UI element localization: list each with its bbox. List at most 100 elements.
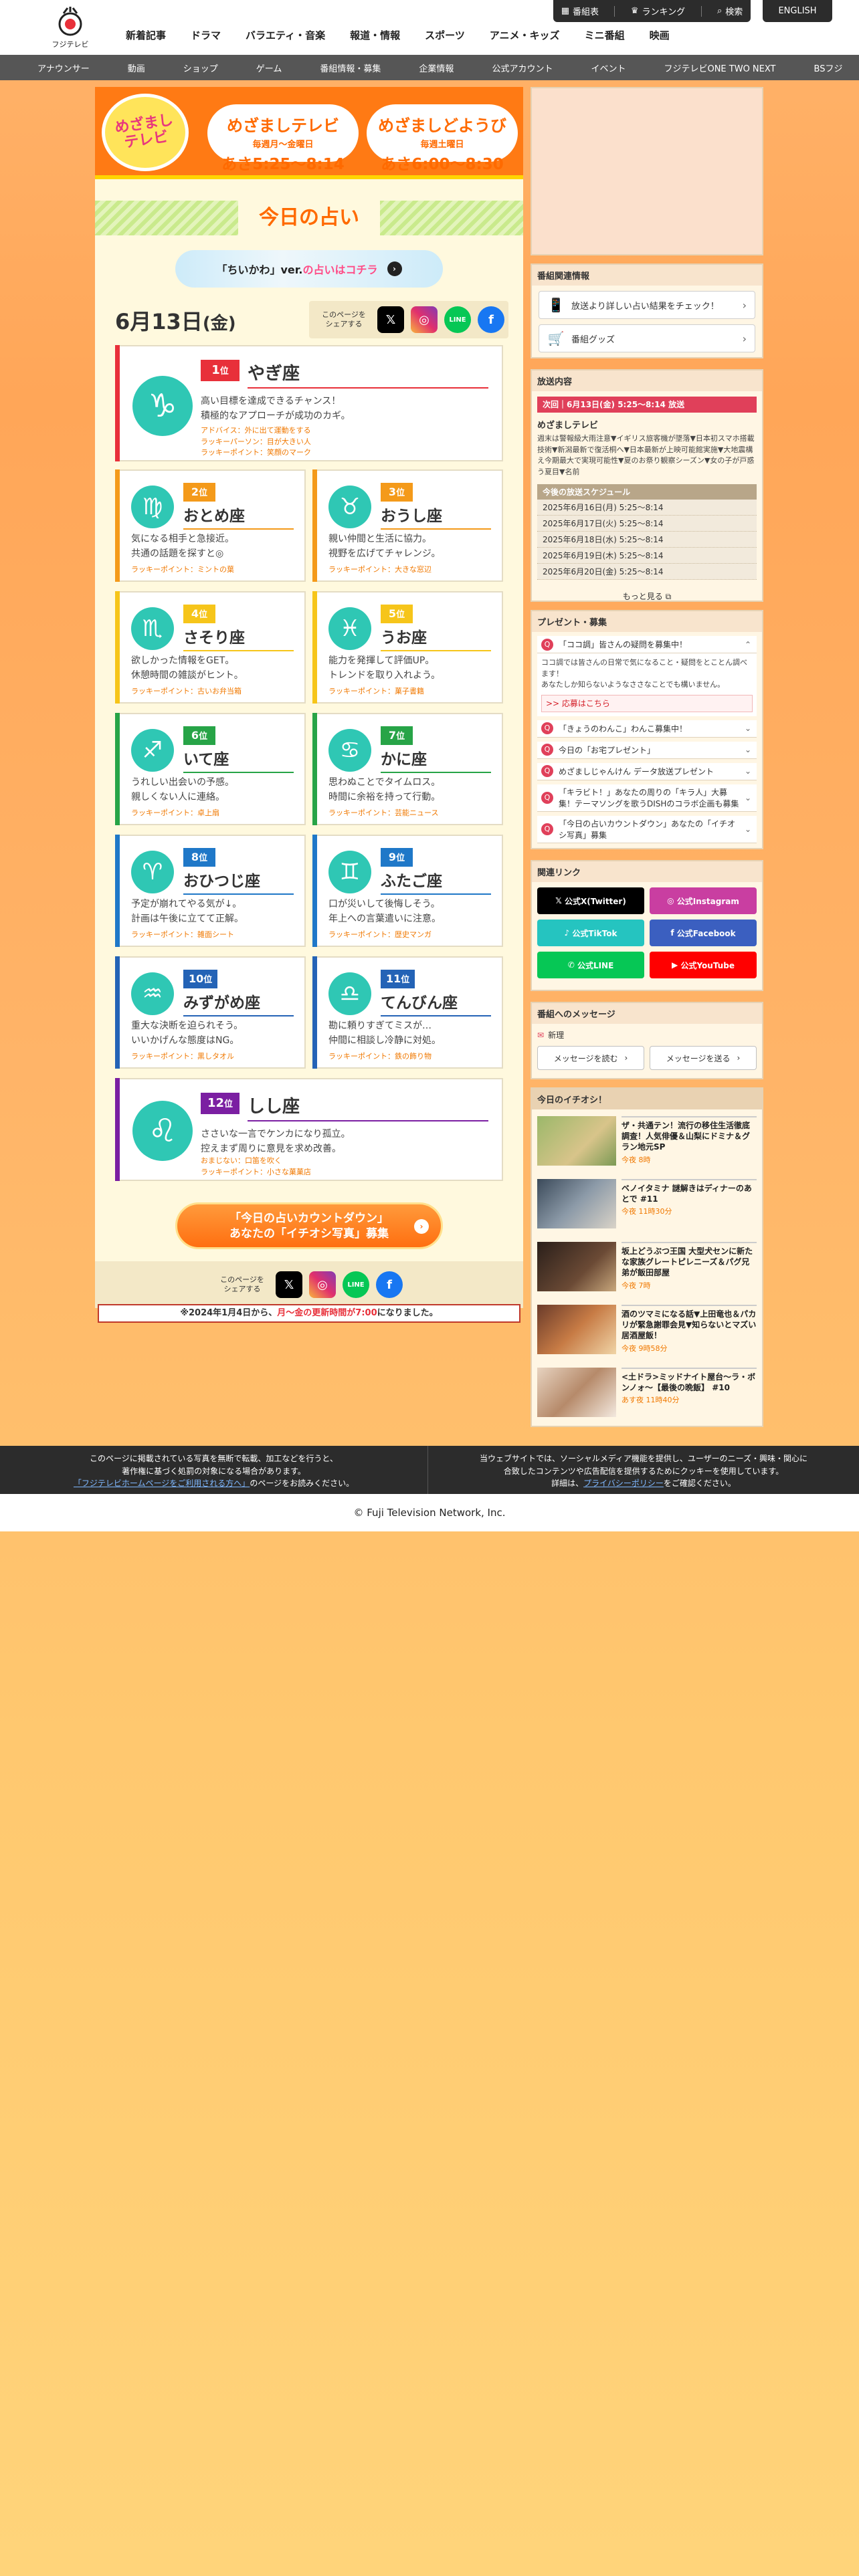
nav-item-movie[interactable]: 映画 (650, 28, 670, 42)
present-item[interactable]: Q 「今日の占いカウントダウン」あなたの「イチオシ写真」募集 ⌄ (537, 815, 757, 843)
send-message-button[interactable]: メッセージを送る › (650, 1046, 757, 1070)
chevron-right-icon: › (742, 298, 747, 312)
lucky-point: おまじない：口笛を吹く ラッキーポイント：小さな菓菓店 (201, 1156, 311, 1176)
official-youtube-link[interactable]: ▶ 公式YouTube (650, 952, 757, 978)
question-icon: Q (541, 638, 553, 651)
goods-link[interactable]: 🛒 番組グッズ › (539, 324, 755, 352)
rank-badge: 4位 (183, 605, 215, 623)
tv-schedule-button[interactable]: ▦ 番組表 (561, 5, 599, 17)
share-x-icon[interactable]: 𝕏 (276, 1271, 302, 1298)
sign-name: かに座 (381, 746, 491, 773)
share-facebook-icon[interactable]: f (478, 306, 504, 333)
fortune-desc: 勘に頼りすぎてミスが… 仲間に相談し冷静に対処。 (328, 1021, 441, 1046)
subnav-official-accounts[interactable]: 公式アカウント (492, 62, 553, 74)
news-item[interactable]: ザ・共通テン！流行の移住生活徹底調査！人気俳優＆山梨にドミナ＆グラン地元SP 今夜… (537, 1116, 757, 1172)
subnav-shop[interactable]: ショップ (183, 62, 218, 74)
countdown-photo-button[interactable]: 「今日の占いカウントダウン」 あなたの「イチオシ写真」募集 › (175, 1202, 443, 1249)
sign-name: やぎ座 (248, 360, 488, 389)
nav-item-mini[interactable]: ミニ番組 (585, 28, 625, 42)
news-thumbnail (537, 1242, 616, 1291)
subnav-bsfuji[interactable]: BSフジ (814, 62, 843, 74)
program-banner[interactable]: めざまし テレビ めざましテレビ 毎週月～金曜日 あさ5:25～8:14 めざま… (95, 87, 523, 179)
fortune-card-rank-4: ♏ 4位 さそり座 欲しかった情報をGET。 休憩時間の雑談がヒント。 ラッキー… (115, 591, 306, 704)
schedule-row: 2025年6月16日(月) 5:25～8:14 (537, 500, 757, 516)
news-thumbnail (537, 1368, 616, 1417)
present-item-open[interactable]: Q 「ココ調」皆さんの疑問を募集中！ ⌃ (537, 636, 757, 653)
terms-link[interactable]: 「フジテレビホームページをご利用される方へ」 (74, 1479, 250, 1488)
apply-link[interactable]: >> 応募はこちら (541, 694, 753, 712)
subnav-program-info[interactable]: 番組情報・募集 (320, 62, 381, 74)
pill-sub: 毎週土曜日 (420, 140, 464, 150)
chiikawa-fortune-link[interactable]: 「ちいかわ」ver. の占いはコチラ › (175, 250, 443, 288)
subnav-announcer[interactable]: アナウンサー (37, 62, 90, 74)
leo-icon: ♌ (132, 1101, 193, 1161)
sign-name: うお座 (381, 625, 491, 651)
detailed-result-link[interactable]: 📱 放送より詳しい占い結果をチェック！ › (539, 291, 755, 319)
page-title: 今日の占い (238, 201, 380, 235)
share-line-icon[interactable]: LINE (444, 306, 471, 333)
main-content: めざまし テレビ めざましテレビ 毎週月～金曜日 あさ5:25～8:14 めざま… (95, 87, 523, 1323)
more-button[interactable]: もっと見る ⧉ (532, 591, 762, 602)
subnav-game[interactable]: ゲーム (256, 62, 282, 74)
present-item[interactable]: Q 今日の「お宅プレゼント」 ⌄ (537, 741, 757, 759)
news-item[interactable]: 坂上どうぶつ王国 大型犬センに新たな家族グレートピレニーズ＆パグ兄弟が飯田部屋今… (537, 1242, 757, 1298)
related-info-box: 番組関連情報 📱 放送より詳しい占い結果をチェック！ › 🛒 番組グッズ › (531, 263, 763, 358)
official-instagram-link[interactable]: ◎ 公式Instagram (650, 887, 757, 914)
ichioshi-box: 今日のイチオシ！ ザ・共通テン！流行の移住生活徹底調査！人気俳優＆山梨にドミナ＆… (531, 1087, 763, 1427)
share-facebook-icon[interactable]: f (376, 1271, 403, 1298)
present-item[interactable]: Q めざましじゃんけん データ放送プレゼント ⌄ (537, 762, 757, 780)
pill-title: めざましテレビ (227, 116, 339, 135)
date-weekday: (金) (202, 314, 236, 334)
news-item[interactable]: 酒のツマミになる話▼上田竜也＆パカリが緊急謝罪会見▼知らないとマズい居酒屋飯！今… (537, 1305, 757, 1361)
share-x-icon[interactable]: 𝕏 (377, 306, 404, 333)
capricorn-icon: ♑ (132, 376, 193, 436)
sign-name: さそり座 (183, 625, 294, 651)
chevron-down-icon: ⌄ (744, 824, 751, 834)
copyright: © Fuji Television Network, Inc. (0, 1494, 859, 1531)
present-item[interactable]: Q 「きょうのわんこ」わんこ募集中！ ⌄ (537, 720, 757, 738)
taurus-icon: ♉ (328, 486, 371, 528)
chevron-down-icon: ⌄ (744, 792, 751, 802)
section-title: 関連リンク (532, 861, 762, 882)
subnav-corporate[interactable]: 企業情報 (419, 62, 454, 74)
nav-item-report[interactable]: 報道・情報 (350, 28, 400, 42)
privacy-policy-link[interactable]: プライバシーポリシー (583, 1479, 664, 1488)
search-button[interactable]: ⌕ 検索 (717, 5, 743, 17)
site-header: フジテレビ 新着記事 ドラマ バラエティ・音楽 報道・情報 スポーツ アニメ・キ… (0, 0, 859, 55)
chevron-right-icon: › (737, 1053, 741, 1063)
global-nav: 新着記事 ドラマ バラエティ・音楽 報道・情報 スポーツ アニメ・キッズ ミニ番… (126, 28, 694, 42)
present-item[interactable]: Q 「キラビト！」あなたの周りの「キラ人」大募集！テーマソングを歌うDISHのコ… (537, 784, 757, 812)
share-instagram-icon[interactable]: ◎ (411, 306, 438, 333)
official-facebook-link[interactable]: f 公式Facebook (650, 920, 757, 946)
share-instagram-icon[interactable]: ◎ (309, 1271, 336, 1298)
nav-item-news[interactable]: 新着記事 (126, 28, 166, 42)
share-line-icon[interactable]: LINE (343, 1271, 369, 1298)
smartphone-icon: 📱 (547, 297, 565, 313)
official-line-link[interactable]: ✆ 公式LINE (537, 952, 644, 978)
fujitv-logo[interactable]: フジテレビ (48, 5, 92, 51)
official-x-link[interactable]: 𝕏 公式X(Twitter) (537, 887, 644, 914)
lucky-point: ラッキーポイント：古いお弁当箱 (131, 687, 242, 695)
lucky-point: ラッキーポイント：黒しタオル (131, 1052, 234, 1061)
nav-item-sports[interactable]: スポーツ (425, 28, 465, 42)
subnav-one-two-next[interactable]: フジテレビONE TWO NEXT (664, 62, 775, 74)
ad-space[interactable] (531, 87, 763, 255)
fortune-card-rank-7: ♋ 7位 かに座 思わぬことでタイムロス。 時間に余裕を持って行動。 ラッキーポ… (312, 713, 503, 825)
subnav-event[interactable]: イベント (591, 62, 626, 74)
sub-nav: アナウンサー 動画 ショップ ゲーム 番組情報・募集 企業情報 公式アカウント … (0, 55, 859, 80)
read-messages-button[interactable]: メッセージを読む › (537, 1046, 644, 1070)
news-item[interactable]: <土ドラ>ミッドナイト屋台～ラ・ボンノォ～【最後の晩飯】 #10 あす夜 11時4… (537, 1368, 757, 1424)
news-item[interactable]: ベノイタミナ 謎解きはディナーのあとで #11 今夜 11時30分 (537, 1179, 757, 1235)
ranking-button[interactable]: ♛ ランキング (631, 5, 685, 17)
english-button[interactable]: ENGLISH (763, 0, 832, 22)
nav-item-variety[interactable]: バラエティ・音楽 (246, 28, 325, 42)
header-tools: ▦ 番組表 ♛ ランキング ⌕ 検索 (553, 0, 751, 22)
share-box-bottom: このページを シェアする 𝕏 ◎ LINE f (95, 1261, 523, 1308)
nav-item-drama[interactable]: ドラマ (191, 28, 221, 42)
section-title: プレゼント・募集 (532, 611, 762, 632)
subnav-video[interactable]: 動画 (128, 62, 145, 74)
share-box: このページを シェアする 𝕏 ◎ LINE f (309, 301, 508, 338)
chevron-right-icon: › (387, 261, 402, 276)
official-tiktok-link[interactable]: ♪ 公式TikTok (537, 920, 644, 946)
nav-item-anime[interactable]: アニメ・キッズ (490, 28, 560, 42)
